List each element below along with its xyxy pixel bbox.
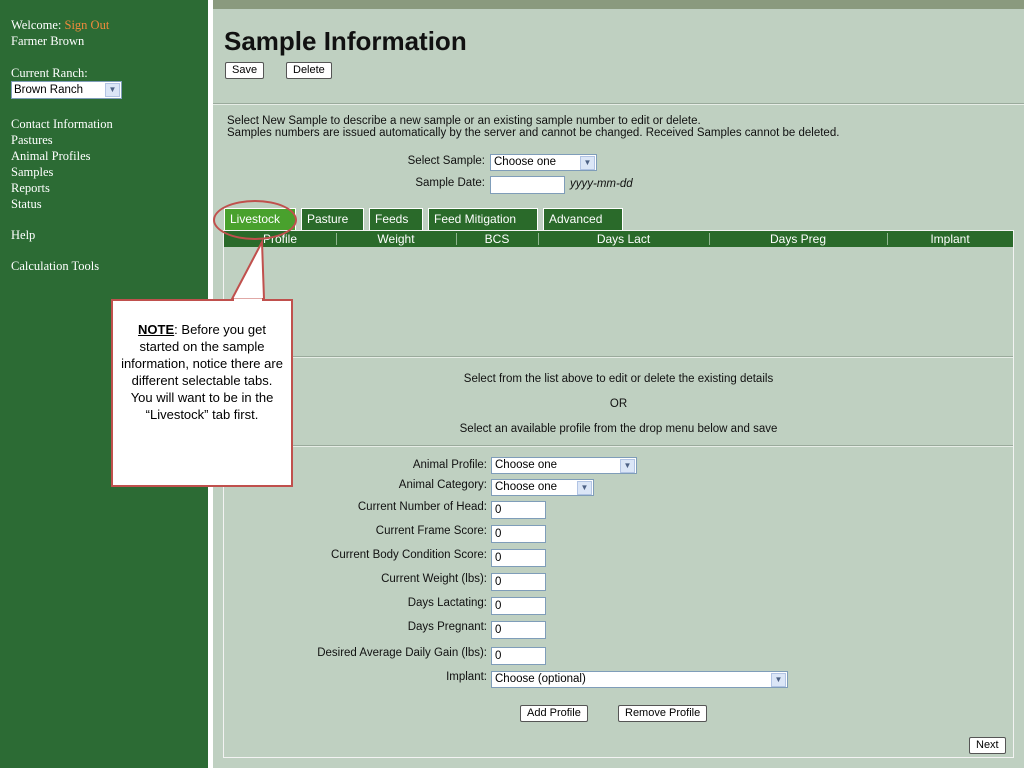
detail-message-or: OR: [609, 398, 628, 410]
current-ranch-label: Current Ranch:: [11, 66, 88, 80]
remove-profile-button[interactable]: Remove Profile: [618, 705, 708, 722]
desired-daily-gain-label: Desired Average Daily Gain (lbs):: [317, 647, 487, 659]
column-header-days-lact[interactable]: Days Lact: [538, 231, 709, 247]
chevron-down-icon: ▼: [771, 673, 786, 687]
top-banner-strip: [213, 0, 1024, 9]
main-content: Sample Information Save Delete Select Ne…: [213, 9, 1024, 768]
number-of-head-input[interactable]: 0: [491, 501, 546, 519]
chevron-down-icon: ▼: [577, 481, 592, 495]
sidebar-item-pastures[interactable]: Pastures: [11, 132, 208, 148]
animal-profile-dropdown[interactable]: Choose one ▼: [491, 457, 637, 474]
date-format-hint: yyyy-mm-dd: [570, 178, 633, 190]
intro-text-1: Select New Sample to describe a new samp…: [227, 115, 701, 127]
implant-label: Implant:: [446, 671, 487, 683]
sidebar-item-reports[interactable]: Reports: [11, 180, 208, 196]
sidebar-item-status[interactable]: Status: [11, 196, 208, 212]
body-condition-score-input[interactable]: 0: [491, 549, 546, 567]
chevron-down-icon: ▼: [105, 83, 120, 97]
current-weight-input[interactable]: 0: [491, 573, 546, 591]
tab-advanced[interactable]: Advanced: [543, 208, 623, 230]
implant-value: Choose (optional): [495, 673, 586, 685]
sidebar-item-animal-profiles[interactable]: Animal Profiles: [11, 148, 208, 164]
animal-profile-value: Choose one: [495, 459, 558, 471]
current-weight-label: Current Weight (lbs):: [381, 573, 487, 585]
animal-category-dropdown[interactable]: Choose one ▼: [491, 479, 594, 496]
column-header-implant[interactable]: Implant: [887, 231, 1013, 247]
sidebar-item-samples[interactable]: Samples: [11, 164, 208, 180]
frame-score-input[interactable]: 0: [491, 525, 546, 543]
divider: [213, 103, 1024, 105]
number-of-head-label: Current Number of Head:: [357, 501, 487, 513]
sample-date-label: Sample Date:: [415, 177, 485, 189]
chevron-down-icon: ▼: [620, 459, 635, 473]
ranch-select[interactable]: Brown Ranch ▼: [11, 81, 122, 99]
detail-message-2: Select an available profile from the dro…: [459, 423, 778, 435]
delete-button[interactable]: Delete: [286, 62, 332, 79]
chevron-down-icon: ▼: [580, 156, 595, 170]
page-title: Sample Information: [224, 26, 467, 56]
sidebar-nav: Contact Information Pastures Animal Prof…: [11, 116, 208, 274]
body-condition-score-label: Current Body Condition Score:: [331, 549, 487, 561]
save-button[interactable]: Save: [225, 62, 265, 79]
days-pregnant-input[interactable]: 0: [491, 621, 546, 639]
desired-daily-gain-input[interactable]: 0: [491, 647, 546, 665]
note-heading: NOTE: [138, 322, 175, 337]
sidebar-item-contact-information[interactable]: Contact Information: [11, 116, 208, 132]
sample-date-input[interactable]: [490, 176, 565, 194]
frame-score-label: Current Frame Score:: [375, 525, 487, 537]
tab-pasture[interactable]: Pasture: [301, 208, 364, 230]
days-lactating-label: Days Lactating:: [407, 597, 487, 609]
column-header-days-preg[interactable]: Days Preg: [709, 231, 887, 247]
select-sample-dropdown[interactable]: Choose one ▼: [490, 154, 597, 171]
intro-text-2: Samples numbers are issued automatically…: [227, 127, 840, 139]
welcome-label: Welcome:: [11, 18, 62, 32]
sign-out-link[interactable]: Sign Out: [65, 18, 110, 32]
livestock-tab-highlight: [213, 200, 297, 240]
implant-dropdown[interactable]: Choose (optional) ▼: [491, 671, 788, 688]
divider: [224, 445, 1013, 447]
sidebar-item-calculation-tools[interactable]: Calculation Tools: [11, 258, 208, 274]
tab-feed-mitigation[interactable]: Feed Mitigation: [428, 208, 538, 230]
select-sample-label: Select Sample:: [407, 155, 485, 167]
column-header-bcs[interactable]: BCS: [456, 231, 538, 247]
select-sample-value: Choose one: [494, 156, 557, 168]
detail-message-1: Select from the list above to edit or de…: [463, 373, 774, 385]
days-lactating-input[interactable]: 0: [491, 597, 546, 615]
next-button[interactable]: Next: [969, 737, 1006, 754]
sidebar-item-help[interactable]: Help: [11, 227, 208, 243]
livestock-tab-panel: Profile Weight BCS Days Lact Days Preg I…: [223, 230, 1014, 758]
user-name: Farmer Brown: [11, 34, 85, 48]
tab-feeds[interactable]: Feeds: [369, 208, 423, 230]
column-header-weight[interactable]: Weight: [336, 231, 456, 247]
welcome-line: Welcome: Sign Out: [11, 17, 208, 33]
note-callout: NOTE: Before you get started on the samp…: [111, 299, 293, 487]
add-profile-button[interactable]: Add Profile: [520, 705, 588, 722]
days-pregnant-label: Days Pregnant:: [407, 621, 487, 633]
animal-profile-label: Animal Profile:: [412, 459, 487, 471]
divider: [224, 356, 1013, 358]
ranch-select-value: Brown Ranch: [14, 84, 84, 96]
animal-category-value: Choose one: [495, 481, 558, 493]
animal-category-label: Animal Category:: [398, 479, 487, 491]
note-text: : Before you get started on the sample i…: [121, 322, 283, 422]
profile-table-header: Profile Weight BCS Days Lact Days Preg I…: [224, 231, 1013, 247]
